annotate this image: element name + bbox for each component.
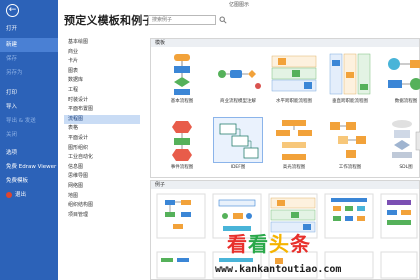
template-item[interactable]: 工作流程图 [324,118,376,170]
template-label: 数据流程图 [394,99,418,104]
examples-panel-title: 例子 [151,181,419,189]
watermark-url: www.kankantoutiao.com [215,264,342,275]
template-item[interactable]: 垂直跨职能流程图 [324,52,376,104]
template-label: 商业流程模型注解 [220,99,256,104]
sidebar-item-save[interactable]: 保存 [0,52,58,66]
sidebar-item-close[interactable]: 关闭 [0,128,58,142]
category-item[interactable]: 数据库 [64,76,140,86]
category-item[interactable]: 时装设计 [64,96,140,106]
sidebar-item-export-send[interactable]: 导出 & 发送 [0,114,58,128]
event-flowchart-icon [158,118,206,162]
category-item[interactable]: 工程 [64,86,140,96]
template-item[interactable]: IDEF图 [212,117,264,170]
back-arrow-icon[interactable]: ← [6,4,19,17]
category-item[interactable]: 工业自动化 [64,153,140,163]
category-item[interactable]: 思维导图 [64,172,140,182]
example-thumb-1 [156,193,206,239]
file-menu-sidebar: ← 打开 新建 保存 另存为 打印 导入 导出 & 发送 关闭 选项 免费 Ed… [0,0,58,280]
exit-icon [6,191,12,198]
sdl-icon [382,118,420,162]
search-input[interactable] [148,15,216,25]
window-title: 亿图图示 [58,0,420,10]
data-flow-icon [382,52,420,96]
category-item[interactable]: 图形组织 [64,144,140,154]
template-label: 事件流程图 [170,165,194,170]
category-item[interactable]: 网络图 [64,182,140,192]
template-label: 基本流程图 [170,99,194,104]
sidebar-item-save-as[interactable]: 另存为 [0,66,58,80]
category-item[interactable]: 基本绘图 [64,38,140,48]
vertical-cross-functional-icon [326,52,374,96]
basic-flowchart-icon [158,52,206,96]
category-item[interactable]: 平面设计 [64,134,140,144]
bpmn-icon [214,52,262,96]
category-item[interactable]: 表格 [64,124,140,134]
sidebar-item-import[interactable]: 导入 [0,100,58,114]
horizontal-cross-functional-icon [270,52,318,96]
template-label: 垂直跨职能流程图 [332,99,368,104]
template-item[interactable]: 高光流程图 [268,118,320,170]
templates-panel-title: 模板 [151,39,419,47]
idef-icon [213,117,263,163]
template-item[interactable]: 数据流程图 [380,52,420,104]
sidebar-item-open[interactable]: 打开 [0,22,58,36]
workflow-icon [326,118,374,162]
category-item[interactable]: 组织结构图 [64,201,140,211]
app-window: 亿图图示 ← 打开 新建 保存 另存为 打印 导入 导出 & 发送 关闭 选项 … [0,0,420,280]
search-icon[interactable] [219,16,227,24]
template-item[interactable]: 基本流程图 [156,52,208,104]
category-item[interactable]: 图表 [64,67,140,77]
template-label: 工作流程图 [338,165,362,170]
template-label: IDEF图 [230,165,246,170]
sidebar-item-exit[interactable]: 退出 [0,188,58,202]
sidebar-item-free-templates[interactable]: 免费模板 [0,174,58,188]
template-item[interactable]: 商业流程模型注解 [212,52,264,104]
category-item[interactable]: 商业 [64,48,140,58]
watermark-title: 看看头条 [227,232,311,256]
sidebar-item-edraw-viewer[interactable]: 免费 Edraw Viewer [0,160,58,174]
category-list: 基本绘图 商业 卡片 图表 数据库 工程 时装设计 平面布置图 流程图 表格 平面设计 图形组织 工业自… [64,38,140,220]
category-item[interactable]: 平面布置图 [64,105,140,115]
highlight-flowchart-icon [270,118,318,162]
template-item[interactable]: SDL图 [380,118,420,170]
page-title: 预定义模板和例子 [64,14,154,27]
template-item[interactable]: 事件流程图 [156,118,208,170]
category-item[interactable]: 项目管理 [64,211,140,221]
sidebar-item-new[interactable]: 新建 [0,38,58,52]
category-item[interactable]: 地图 [64,192,140,202]
category-item[interactable]: 信息图 [64,163,140,173]
watermark: 看看头条 www.kankantoutiao.com [215,228,420,280]
template-label: 水平跨职能流程图 [276,99,312,104]
category-item[interactable]: 卡片 [64,57,140,67]
template-item[interactable]: 水平跨职能流程图 [268,52,320,104]
sidebar-item-print[interactable]: 打印 [0,86,58,100]
sidebar-item-options[interactable]: 选项 [0,146,58,160]
category-item[interactable]: 流程图 [64,114,140,125]
template-label: SDL图 [399,165,413,170]
template-label: 高光流程图 [282,165,306,170]
